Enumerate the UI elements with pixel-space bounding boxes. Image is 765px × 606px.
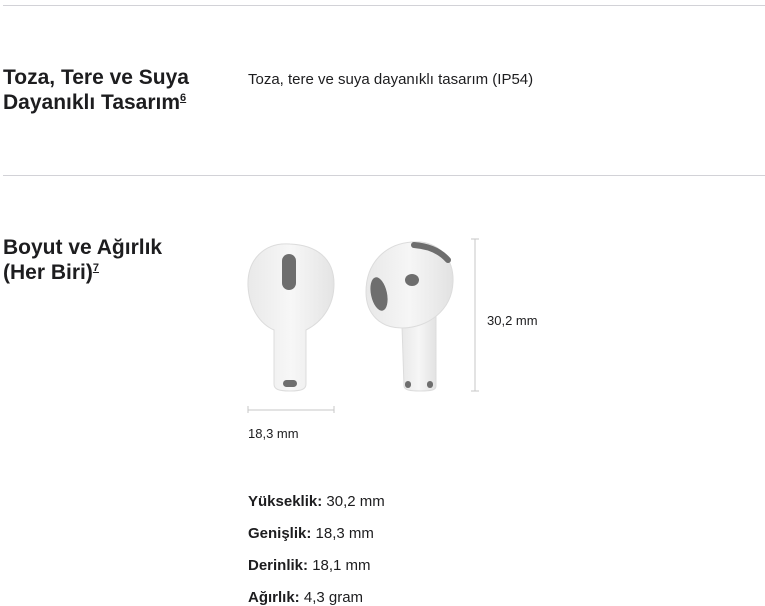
spec-depth: Derinlik: 18,1 mm	[248, 557, 371, 574]
water-heading-line1: Toza, Tere ve Suya	[3, 66, 189, 89]
spec-width: Genişlik: 18,3 mm	[248, 525, 374, 542]
spec-value: 4,3 gram	[303, 589, 364, 606]
width-dimension-line	[247, 406, 335, 413]
size-heading-line2: (Her Biri)	[3, 261, 93, 284]
spec-label: Yükseklik:	[248, 493, 323, 510]
water-heading-line2: Dayanıklı Tasarım	[3, 91, 181, 114]
earbud-side-image	[365, 241, 454, 392]
size-heading-line1: Boyut ve Ağırlık	[3, 236, 163, 259]
spec-weight: Ağırlık: 4,3 gram	[248, 589, 363, 606]
spec-label: Ağırlık:	[248, 589, 300, 606]
water-resistance-description: Toza, tere ve suya dayanıklı tasarım (IP…	[248, 71, 534, 88]
earbud-front-image	[247, 243, 335, 392]
footnote-6-link[interactable]: 6	[180, 92, 186, 104]
spec-value: 18,3 mm	[315, 525, 374, 542]
top-divider	[3, 5, 765, 6]
width-dimension-label: 18,3 mm	[248, 426, 299, 441]
water-resistance-heading: Toza, Tere ve Suya Dayanıklı Tasarım6	[3, 65, 189, 115]
spec-label: Genişlik:	[248, 525, 312, 542]
size-weight-heading: Boyut ve Ağırlık (Her Biri)7	[3, 235, 162, 285]
height-dimension-line	[471, 238, 479, 392]
section-divider	[3, 175, 765, 176]
spec-label: Derinlik:	[248, 557, 309, 574]
footnote-7-link[interactable]: 7	[93, 262, 99, 274]
spec-value: 18,1 mm	[312, 557, 371, 574]
spec-height: Yükseklik: 30,2 mm	[248, 493, 385, 510]
height-dimension-label: 30,2 mm	[487, 313, 538, 328]
spec-value: 30,2 mm	[326, 493, 385, 510]
